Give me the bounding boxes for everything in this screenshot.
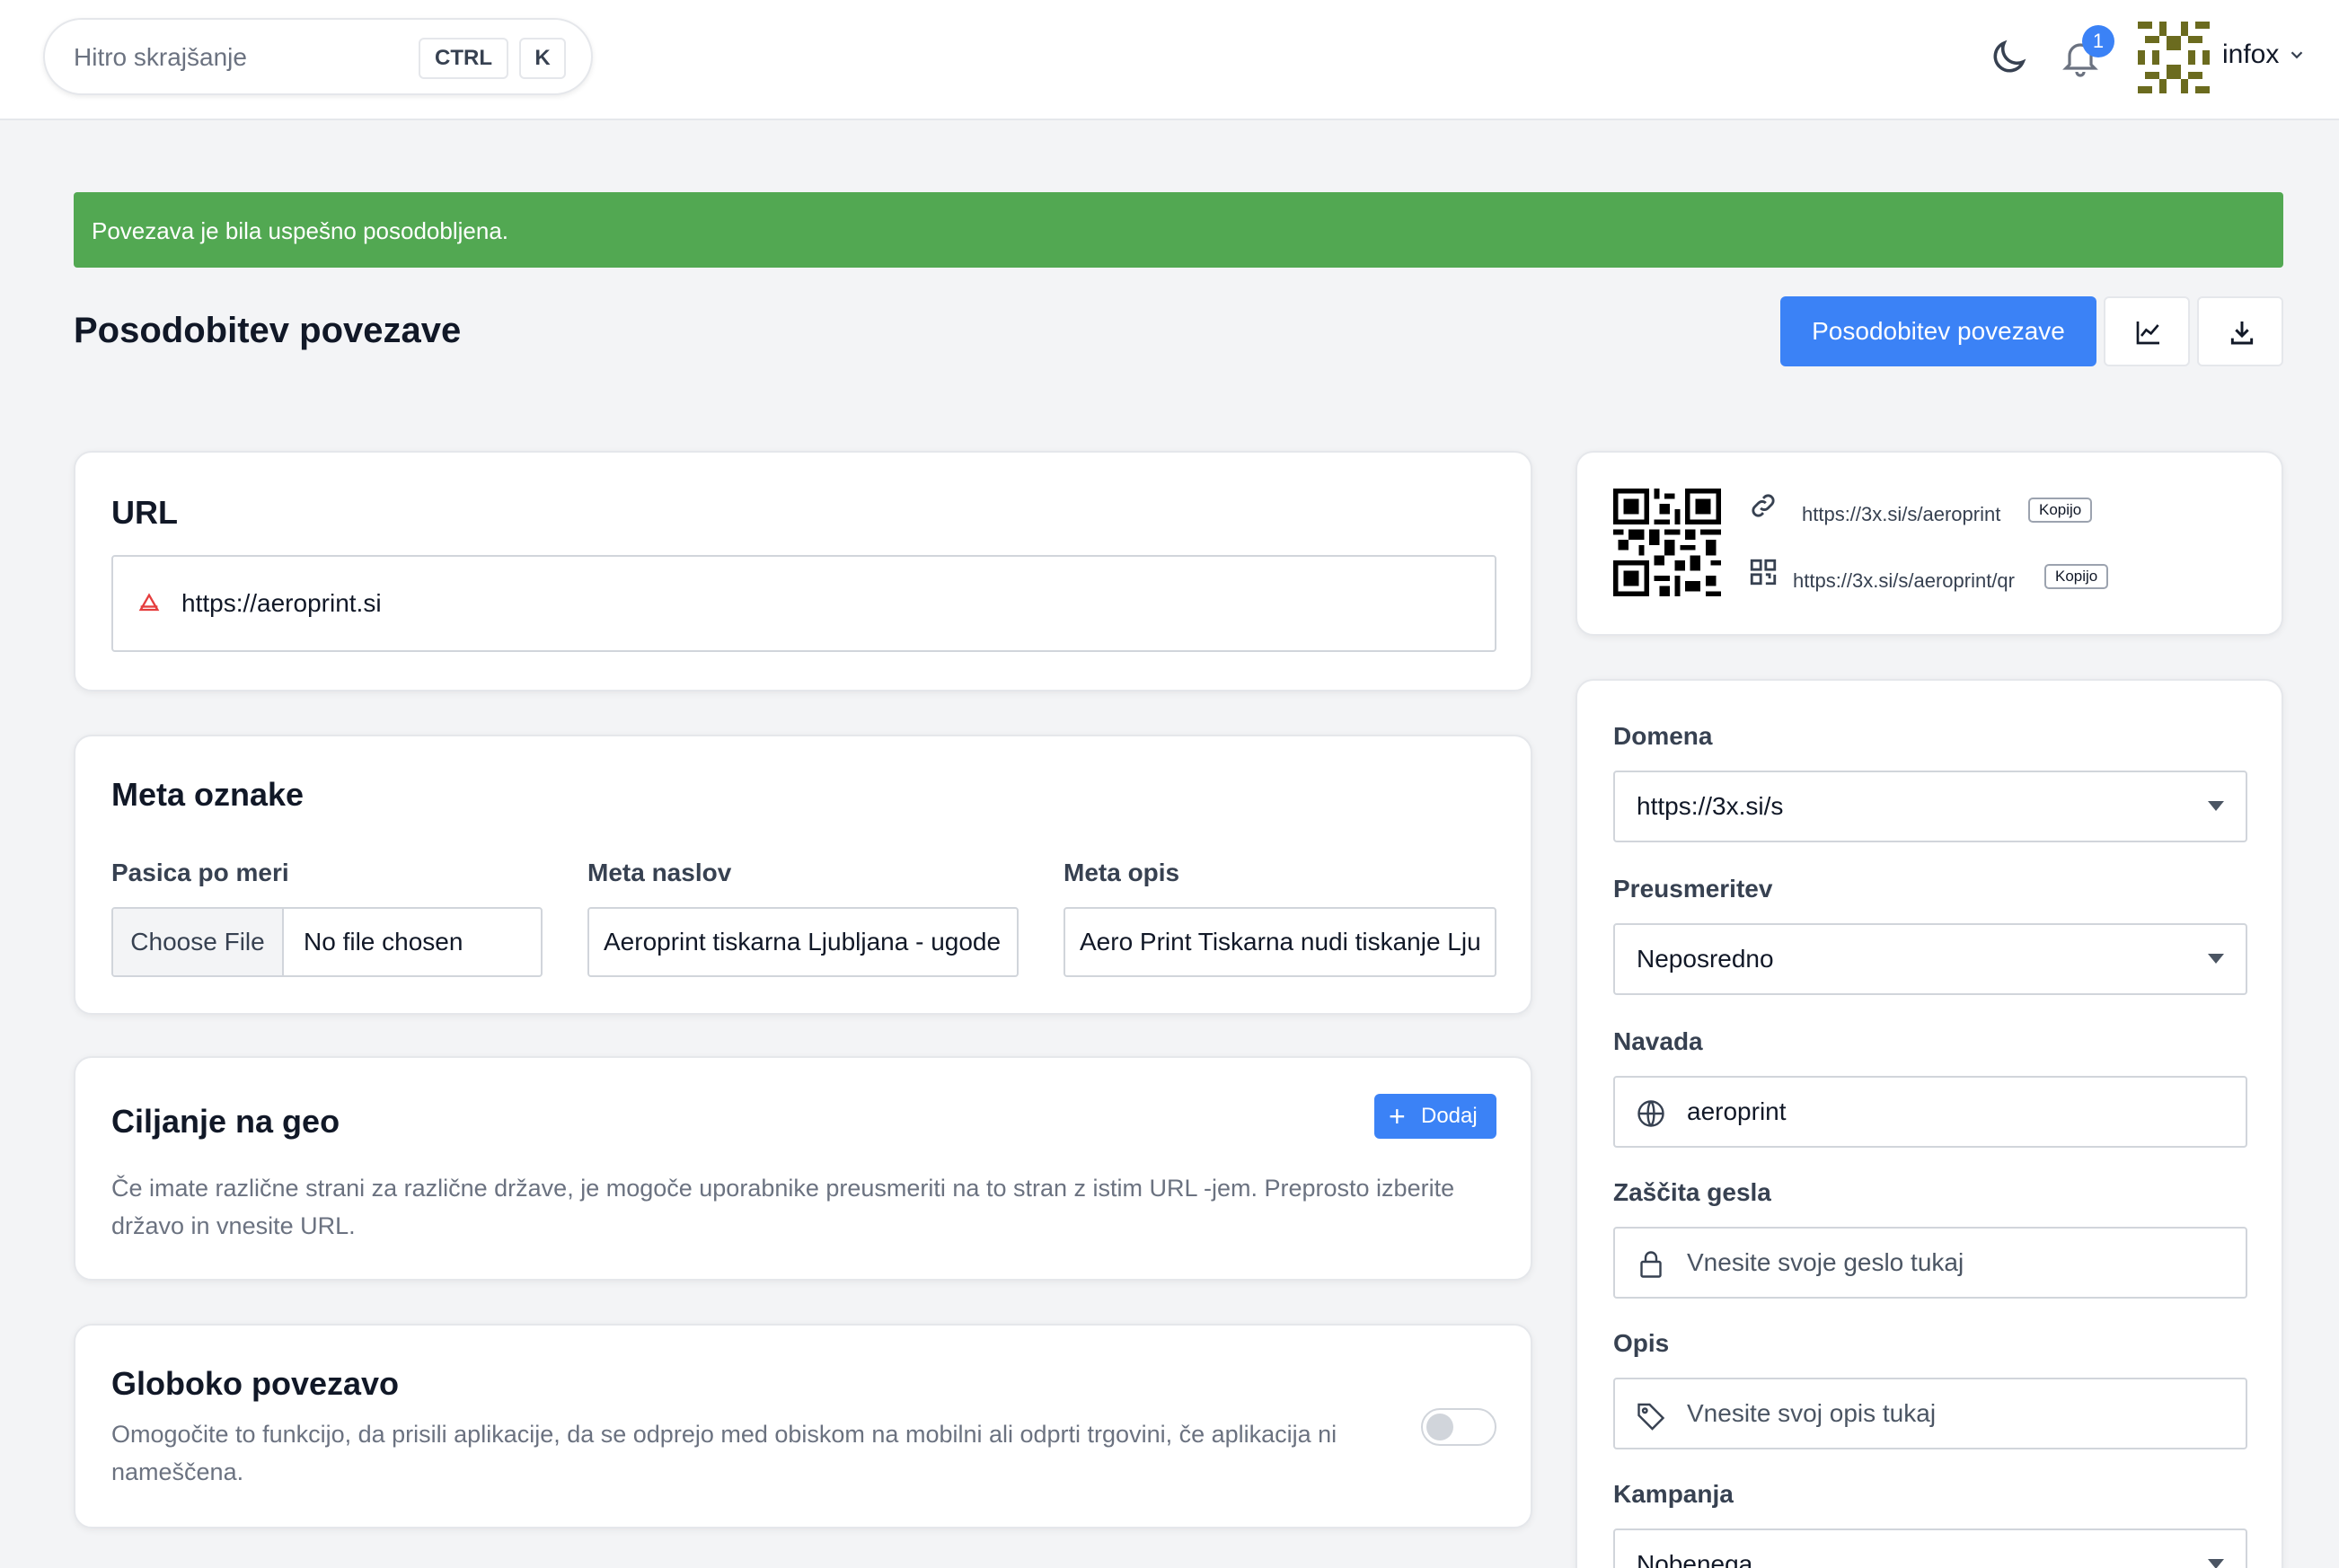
link-settings-card: Domena https://3x.si/s Preusmeritev Nepo…	[1576, 679, 2283, 1568]
username[interactable]: infox	[2222, 40, 2279, 70]
chevron-down-icon	[2208, 954, 2224, 964]
download-button[interactable]	[2197, 296, 2283, 366]
campaign-label: Kampanja	[1613, 1480, 1734, 1508]
qr-code[interactable]	[1613, 489, 1721, 596]
shortcut-ctrl-key: CTRL	[419, 38, 508, 79]
search-bar[interactable]: Hitro skrajšanje CTRL K	[43, 18, 593, 95]
custom-banner-label: Pasica po meri	[111, 859, 289, 886]
redirect-select[interactable]: Neposredno	[1613, 923, 2247, 995]
url-value: https://aeroprint.si	[181, 589, 382, 617]
chevron-down-icon	[2208, 801, 2224, 811]
meta-description-input[interactable]: Aero Print Tiskarna nudi tiskanje Lju	[1064, 907, 1496, 977]
meta-title-input[interactable]: Aeroprint tiskarna Ljubljana - ugode	[587, 907, 1019, 977]
statistics-button[interactable]	[2104, 296, 2190, 366]
chevron-down-icon	[2208, 1559, 2224, 1568]
password-input[interactable]: Vnesite svoje geslo tukaj	[1613, 1227, 2247, 1299]
chevron-down-icon[interactable]	[2287, 45, 2307, 65]
password-label: Zaščita gesla	[1613, 1178, 1771, 1206]
add-geo-button[interactable]: + Dodaj	[1374, 1094, 1496, 1139]
site-favicon-icon	[138, 593, 160, 612]
qr-link[interactable]: https://3x.si/s/aeroprint/qr	[1793, 569, 2015, 593]
chart-icon	[2136, 322, 2159, 345]
domain-value: https://3x.si/s	[1637, 792, 1784, 820]
password-placeholder: Vnesite svoje geslo tukaj	[1687, 1248, 1964, 1276]
file-status: No file chosen	[304, 928, 463, 956]
url-input[interactable]: https://aeroprint.si	[111, 555, 1496, 652]
lock-icon	[1640, 1251, 1662, 1278]
meta-title-value: Aeroprint tiskarna Ljubljana - ugode	[604, 928, 1002, 956]
deep-link-toggle[interactable]	[1421, 1408, 1496, 1446]
description-label: Opis	[1613, 1329, 1670, 1357]
globe-icon	[1637, 1100, 1664, 1127]
page-title: Posodobitev povezave	[74, 311, 462, 350]
qr-card: https://3x.si/s/aeroprint Kopijo https:/…	[1576, 451, 2283, 636]
url-card: URL https://aeroprint.si	[74, 451, 1532, 692]
update-link-button[interactable]: Posodobitev povezave	[1780, 296, 2096, 366]
deep-description: Omogočite to funkcijo, da prisili aplika…	[111, 1421, 1337, 1485]
alert-message: Povezava je bila uspešno posodobljena.	[92, 217, 509, 244]
alias-value: aeroprint	[1687, 1097, 1787, 1125]
geo-targeting-card: Ciljanje na geo + Dodaj Če imate različn…	[74, 1056, 1532, 1281]
domain-select[interactable]: https://3x.si/s	[1613, 771, 2247, 842]
avatar[interactable]	[2138, 22, 2210, 93]
download-icon	[2230, 322, 2254, 345]
description-input[interactable]: Vnesite svoj opis tukaj	[1613, 1378, 2247, 1449]
redirect-label: Preusmeritev	[1613, 875, 1773, 903]
link-icon	[1752, 494, 1775, 517]
campaign-select[interactable]: Nobenega	[1613, 1528, 2247, 1568]
deep-card-title: Globoko povezavo	[111, 1365, 400, 1402]
copy-short-link-button[interactable]: Kopijo	[2028, 498, 2093, 523]
meta-title-label: Meta naslov	[587, 859, 732, 886]
banner-file-input[interactable]: Choose File No file chosen	[111, 907, 543, 977]
short-link[interactable]: https://3x.si/s/aeroprint	[1802, 503, 2000, 526]
meta-card-title: Meta oznake	[111, 776, 305, 813]
qr-icon	[1750, 559, 1777, 586]
meta-tags-card: Meta oznake Pasica po meri Choose File N…	[74, 735, 1532, 1015]
tag-icon	[1637, 1403, 1665, 1431]
copy-qr-link-button[interactable]: Kopijo	[2044, 564, 2109, 589]
plus-icon: +	[1389, 1100, 1406, 1132]
description-placeholder: Vnesite svoj opis tukaj	[1687, 1399, 1937, 1427]
success-alert: Povezava je bila uspešno posodobljena.	[74, 192, 2283, 268]
moon-icon[interactable]	[1987, 36, 2030, 79]
add-geo-label: Dodaj	[1421, 1104, 1478, 1128]
search-placeholder: Hitro skrajšanje	[74, 43, 247, 71]
url-card-title: URL	[111, 494, 178, 531]
domain-label: Domena	[1613, 722, 1713, 750]
alias-label: Navada	[1613, 1027, 1703, 1055]
shortcut-k-key: K	[519, 38, 566, 79]
geo-card-title: Ciljanje na geo	[111, 1103, 340, 1140]
top-bar: Hitro skrajšanje CTRL K 1 infox	[0, 0, 2339, 120]
choose-file-button[interactable]: Choose File	[113, 909, 284, 975]
toggle-knob	[1426, 1414, 1453, 1440]
deep-link-card: Globoko povezavo Omogočite to funkcijo, …	[74, 1324, 1532, 1528]
alias-input[interactable]: aeroprint	[1613, 1076, 2247, 1148]
campaign-value: Nobenega	[1637, 1550, 1753, 1568]
meta-description-value: Aero Print Tiskarna nudi tiskanje Lju	[1080, 928, 1481, 956]
notification-badge: 1	[2082, 25, 2114, 57]
geo-description: Če imate različne strani za različne drž…	[111, 1175, 1455, 1239]
meta-description-label: Meta opis	[1064, 859, 1180, 886]
redirect-value: Neposredno	[1637, 945, 1774, 973]
